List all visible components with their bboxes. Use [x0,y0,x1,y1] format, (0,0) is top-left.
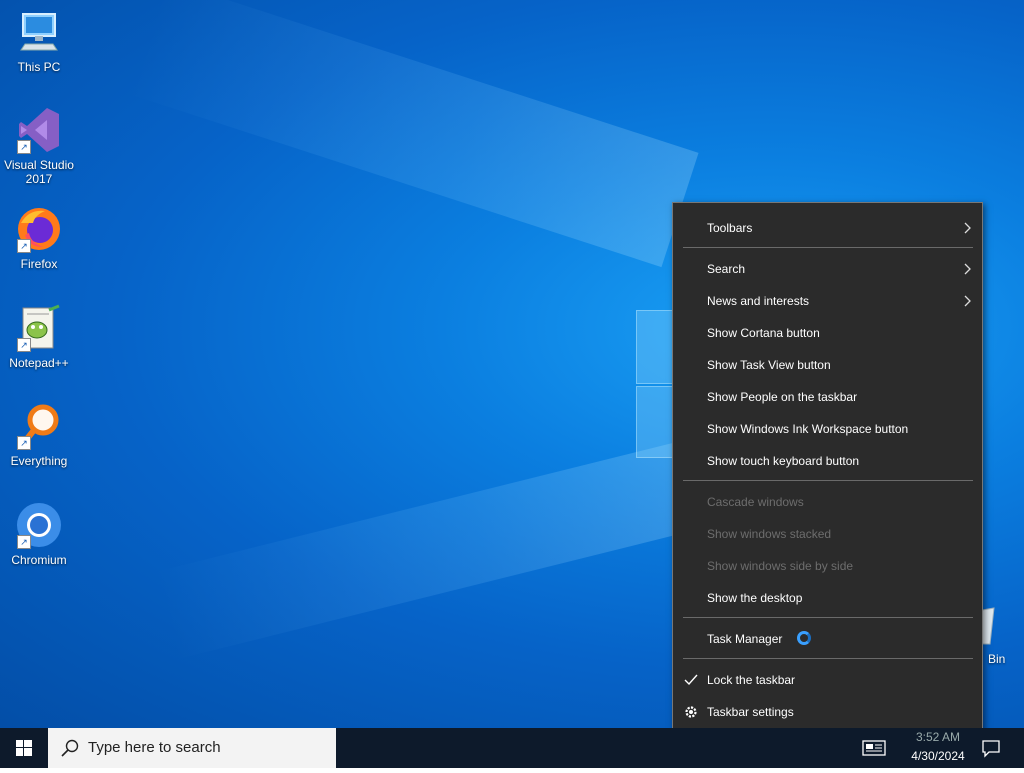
menu-item-label: Show touch keyboard button [707,454,860,468]
firefox-icon: ↗ [15,205,63,253]
shortcut-arrow-icon: ↗ [17,140,31,154]
search-placeholder: Type here to search [88,739,221,756]
news-and-interests-icon[interactable] [862,738,886,758]
menu-item-label: Show Windows Ink Workspace button [707,422,909,436]
menu-item-label: Search [707,262,746,276]
menu-item-label: Toolbars [707,221,753,235]
desktop-icon-label: This PC [17,60,61,74]
shortcut-arrow-icon: ↗ [17,436,31,450]
desktop-icon-notepad-plus-plus[interactable]: ↗ Notepad++ [0,304,78,370]
desktop-icon-chromium[interactable]: ↗ Chromium [0,501,78,567]
desktop-icon-visual-studio-2017[interactable]: ↗ Visual Studio 2017 [0,106,78,186]
menu-item-label: Show Cortana button [707,326,820,340]
clock-time: 3:52 AM [915,730,961,744]
menu-separator [683,247,973,248]
start-button[interactable] [0,728,48,768]
menu-item-toolbars[interactable]: Toolbars [673,212,982,244]
shortcut-arrow-icon: ↗ [17,535,31,549]
menu-item-label: Show Task View button [707,358,831,372]
menu-item-show-task-view-button[interactable]: Show Task View button [673,349,982,381]
menu-separator [683,658,973,659]
desktop-icon-label: Firefox [20,257,58,271]
menu-item-show-people[interactable]: Show People on the taskbar [673,381,982,413]
desktop-icon-label: Visual Studio 2017 [4,158,74,186]
menu-item-news-and-interests[interactable]: News and interests [673,285,982,317]
desktop-icon-label: Everything [10,454,68,468]
menu-item-show-cortana-button[interactable]: Show Cortana button [673,317,982,349]
computer-icon [15,8,63,56]
desktop-icon-label: Notepad++ [9,356,69,370]
desktop-icon-this-pc[interactable]: This PC [0,8,78,74]
loading-spinner-icon [797,631,811,645]
menu-item-show-windows-stacked: Show windows stacked [673,518,982,550]
clock-date: 4/30/2024 [911,749,965,763]
menu-item-label: Show People on the taskbar [707,390,858,404]
gear-icon [683,696,699,728]
desktop-icon-label: Chromium [11,553,67,567]
chromium-icon: ↗ [15,501,63,549]
menu-item-lock-the-taskbar[interactable]: Lock the taskbar [673,664,982,696]
menu-item-label: Task Manager [707,632,783,646]
notification-center-icon[interactable] [980,738,1002,758]
menu-separator [683,480,973,481]
windows-logo-icon [16,740,32,756]
chevron-right-icon [962,285,974,317]
shortcut-arrow-icon: ↗ [17,338,31,352]
search-icon [60,738,80,758]
checkmark-icon [683,664,699,696]
chevron-right-icon [962,253,974,285]
chevron-right-icon [962,212,974,244]
menu-item-show-touch-keyboard[interactable]: Show touch keyboard button [673,445,982,477]
shortcut-arrow-icon: ↗ [17,239,31,253]
desktop-icon-firefox[interactable]: ↗ Firefox [0,205,78,271]
taskbar-search-box[interactable]: Type here to search [48,728,336,768]
menu-item-label: News and interests [707,294,810,308]
visual-studio-icon: ↗ [15,106,63,154]
menu-separator [683,617,973,618]
taskbar-clock[interactable]: 3:52 AM 4/30/2024 [900,728,976,768]
menu-item-label: Show windows side by side [707,559,854,573]
menu-item-label: Cascade windows [707,495,804,509]
menu-item-show-windows-ink[interactable]: Show Windows Ink Workspace button [673,413,982,445]
menu-item-taskbar-settings[interactable]: Taskbar settings [673,696,982,728]
menu-item-label: Show the desktop [707,591,803,605]
recycle-bin-label[interactable]: Bin [988,652,1005,666]
menu-item-cascade-windows: Cascade windows [673,486,982,518]
menu-item-label: Show windows stacked [707,527,832,541]
menu-item-label: Taskbar settings [707,705,794,719]
recycle-bin-icon[interactable] [981,606,1024,646]
menu-item-label: Lock the taskbar [707,673,796,687]
wallpaper-light-beam [155,441,701,660]
menu-item-task-manager[interactable]: Task Manager [673,623,982,655]
magnifier-icon: ↗ [15,402,63,450]
notepad-plus-plus-icon: ↗ [15,304,63,352]
wallpaper-light-beam [128,0,699,268]
taskbar[interactable]: Type here to search 3:52 AM 4/30/2024 [0,728,1024,768]
menu-item-show-the-desktop[interactable]: Show the desktop [673,582,982,614]
desktop-icon-everything[interactable]: ↗ Everything [0,402,78,468]
menu-item-search[interactable]: Search [673,253,982,285]
taskbar-context-menu: Toolbars Search News and interests Show … [672,202,983,734]
menu-item-show-windows-side-by-side: Show windows side by side [673,550,982,582]
